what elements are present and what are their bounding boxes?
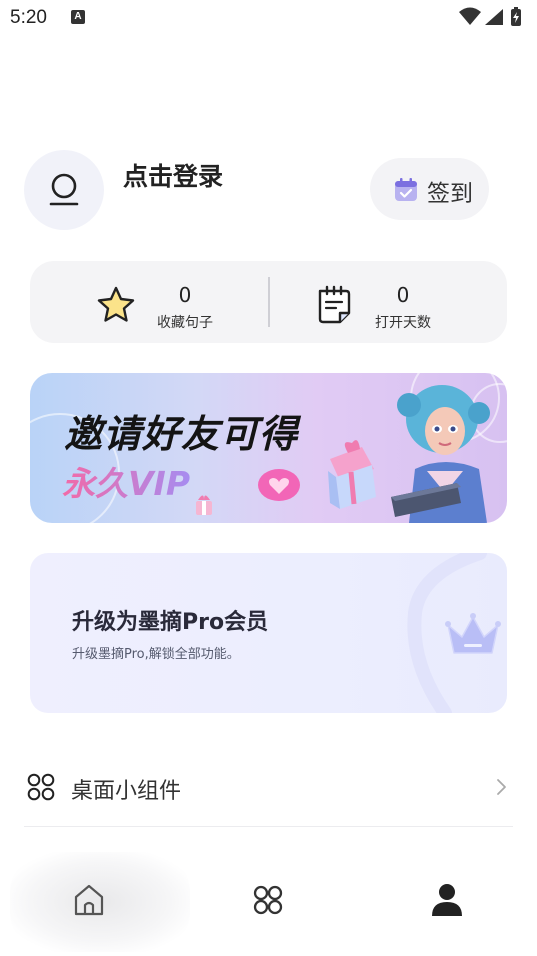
menu-item-desktop-widget[interactable]: 桌面小组件: [24, 758, 513, 818]
chevron-right-icon: [497, 779, 506, 795]
avatar-girl-illustration: [391, 385, 490, 523]
login-link[interactable]: 点击登录: [123, 157, 223, 193]
status-time: 5:20: [10, 7, 47, 28]
invite-banner[interactable]: 邀请好友可得 永久VIP: [30, 373, 507, 523]
stat-favorites-value: 0: [178, 283, 192, 307]
stat-open-days[interactable]: 0 打开天数: [316, 261, 516, 343]
avatar[interactable]: [24, 150, 104, 230]
widget-label: 桌面小组件: [71, 779, 182, 804]
battery-icon: [511, 7, 521, 26]
wifi-icon: [459, 7, 481, 25]
status-icons: [459, 7, 521, 26]
profile-icon: [432, 884, 462, 916]
banner-subtitle: 永久VIP: [62, 457, 190, 505]
checkin-button[interactable]: 签到: [370, 158, 489, 220]
row-divider: [24, 826, 513, 827]
stat-favorites[interactable]: 0 收藏句子: [96, 261, 296, 343]
bottom-nav: [0, 852, 537, 956]
stat-favorites-label: 收藏句子: [157, 315, 213, 331]
signal-icon: [485, 9, 503, 25]
banner-illustration: [196, 440, 376, 515]
stats-divider: [268, 277, 270, 327]
apps-icon: [253, 885, 283, 915]
widgets-icon: [27, 773, 55, 801]
star-icon: [97, 286, 135, 322]
status-bar: 5:20 A: [0, 0, 537, 38]
pro-title: 升级为墨摘Pro会员: [72, 610, 269, 635]
nav-apps[interactable]: [248, 880, 288, 920]
small-gift-icon: [196, 495, 212, 515]
stat-open-days-label: 打开天数: [375, 315, 431, 331]
calendar-check-icon: [395, 178, 417, 201]
stat-open-days-value: 0: [396, 283, 410, 307]
heart-bubble-icon: [258, 469, 300, 501]
user-icon: [49, 173, 79, 206]
pro-subtitle: 升级墨摘Pro,解锁全部功能。: [72, 647, 240, 662]
stats-card: 0 收藏句子 0 打开天数: [30, 261, 507, 343]
checkin-label: 签到: [427, 181, 473, 207]
crown-icon: [445, 613, 501, 654]
pro-upgrade-card[interactable]: 升级为墨摘Pro会员 升级墨摘Pro,解锁全部功能。: [30, 553, 507, 713]
gift-box-icon: [328, 440, 376, 509]
notepad-icon: [318, 285, 351, 324]
home-icon: [74, 884, 104, 916]
notification-icon: A: [71, 10, 85, 24]
nav-home[interactable]: [69, 880, 109, 920]
nav-profile[interactable]: [427, 880, 467, 920]
